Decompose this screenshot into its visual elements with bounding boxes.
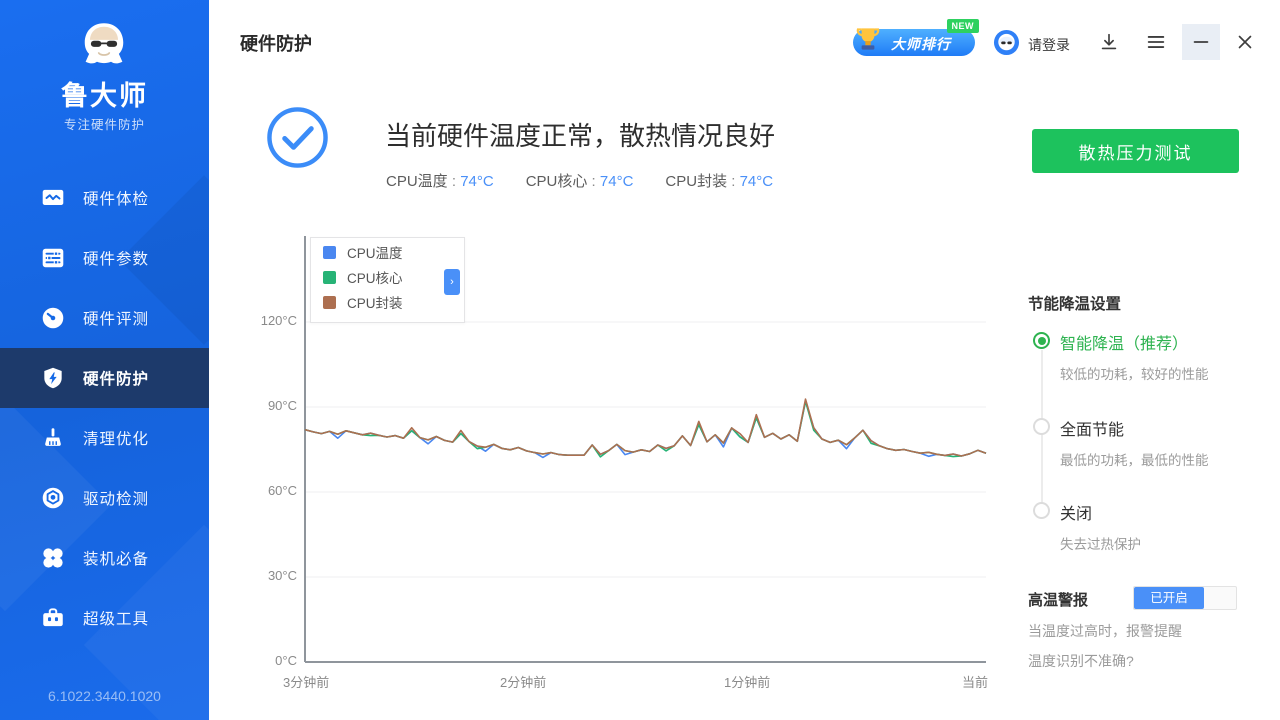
apps-icon [40, 545, 66, 571]
cooling-option-0[interactable]: 智能降温（推荐）较低的功耗，较好的性能 [1033, 330, 1209, 383]
master-ranking-label: 大师排行 [891, 34, 951, 54]
temperature-help-link[interactable]: 温度识别不准确? [1028, 651, 1134, 671]
x-tick-label: 2分钟前 [500, 672, 546, 691]
legend-expand-button[interactable]: › [444, 269, 460, 295]
legend-swatch [323, 246, 336, 259]
legend-item[interactable]: CPU封装 [311, 288, 464, 313]
x-tick-label: 当前 [962, 672, 988, 691]
login-link[interactable]: 请登录 [1028, 35, 1070, 55]
legend-item[interactable]: CPU温度 [311, 238, 464, 263]
sidebar-item-5[interactable]: 驱动检测 [0, 468, 209, 528]
app-logo-icon [76, 18, 132, 74]
chart-legend: CPU温度CPU核心CPU封装 › [310, 237, 465, 323]
radio-icon[interactable] [1033, 418, 1050, 435]
alarm-toggle-state: 已开启 [1134, 587, 1204, 609]
status-title: 当前硬件温度正常，散热情况良好 [385, 116, 775, 153]
minimize-button[interactable] [1182, 24, 1220, 60]
series-line [305, 399, 986, 456]
sidebar-item-0[interactable]: 硬件体检 [0, 168, 209, 228]
legend-swatch [323, 296, 336, 309]
app-title: 鲁大师 [0, 74, 209, 113]
radio-icon[interactable] [1033, 332, 1050, 349]
sidebar-item-3[interactable]: 硬件防护 [0, 348, 209, 408]
status-stats: CPU温度74°C CPU核心74°C CPU封装74°C [386, 170, 773, 191]
sidebar-item-6[interactable]: 装机必备 [0, 528, 209, 588]
toolbox-icon [40, 605, 66, 631]
y-tick-label: 120°C [240, 313, 297, 328]
sliders-icon [40, 245, 66, 271]
new-badge: NEW [947, 19, 980, 33]
app-tagline: 专注硬件防护 [0, 114, 209, 133]
trophy-icon [851, 23, 885, 57]
radio-icon[interactable] [1033, 502, 1050, 519]
status-ok-icon [266, 106, 329, 169]
broom-icon [40, 425, 66, 451]
y-tick-label: 0°C [240, 653, 297, 668]
monitor-wave-icon [40, 185, 66, 211]
x-tick-label: 1分钟前 [724, 672, 770, 691]
y-tick-label: 90°C [240, 398, 297, 413]
alarm-description: 当温度过高时，报警提醒 [1028, 621, 1182, 641]
stress-test-button[interactable]: 散热压力测试 [1032, 129, 1239, 173]
app-window: 鲁大师 专注硬件防护 硬件体检硬件参数硬件评测硬件防护清理优化驱动检测装机必备超… [0, 0, 1280, 720]
shield-bolt-icon [40, 365, 66, 391]
master-ranking-button[interactable]: 大师排行 NEW [853, 29, 975, 56]
temperature-chart: 120°C 90°C 60°C 30°C 0°C 3分钟前 2分钟前 1分钟前 当前 CPU温… [240, 220, 1040, 720]
sidebar-item-1[interactable]: 硬件参数 [0, 228, 209, 288]
chart-legend-rows: CPU温度CPU核心CPU封装 [311, 238, 464, 313]
x-tick-label: 3分钟前 [283, 672, 329, 691]
sidebar-nav: 硬件体检硬件参数硬件评测硬件防护清理优化驱动检测装机必备超级工具 [0, 168, 209, 648]
app-version: 6.1022.3440.1020 [0, 688, 209, 704]
series-line [305, 401, 986, 457]
stat-item: CPU核心74°C [526, 170, 634, 191]
menu-icon[interactable] [1145, 31, 1167, 53]
legend-swatch [323, 271, 336, 284]
download-icon[interactable] [1098, 31, 1120, 53]
alarm-toggle[interactable]: 已开启 [1133, 586, 1237, 610]
gauge-icon [40, 305, 66, 331]
cooling-settings-title: 节能降温设置 [1028, 292, 1121, 314]
cooling-option-2[interactable]: 关闭失去过热保护 [1033, 500, 1141, 553]
sidebar: 鲁大师 专注硬件防护 硬件体检硬件参数硬件评测硬件防护清理优化驱动检测装机必备超… [0, 0, 209, 720]
sidebar-item-7[interactable]: 超级工具 [0, 588, 209, 648]
page-title: 硬件防护 [240, 30, 312, 56]
stat-item: CPU温度74°C [386, 170, 494, 191]
legend-item[interactable]: CPU核心 [311, 263, 464, 288]
cooling-option-1[interactable]: 全面节能最低的功耗，最低的性能 [1033, 416, 1209, 469]
user-avatar[interactable] [993, 29, 1020, 56]
alarm-label: 高温警报 [1028, 589, 1088, 610]
stat-item: CPU封装74°C [665, 170, 773, 191]
sidebar-item-4[interactable]: 清理优化 [0, 408, 209, 468]
close-button[interactable] [1234, 31, 1256, 53]
nut-icon [40, 485, 66, 511]
sidebar-item-2[interactable]: 硬件评测 [0, 288, 209, 348]
series-line [305, 401, 986, 457]
y-tick-label: 30°C [240, 568, 297, 583]
y-tick-label: 60°C [240, 483, 297, 498]
